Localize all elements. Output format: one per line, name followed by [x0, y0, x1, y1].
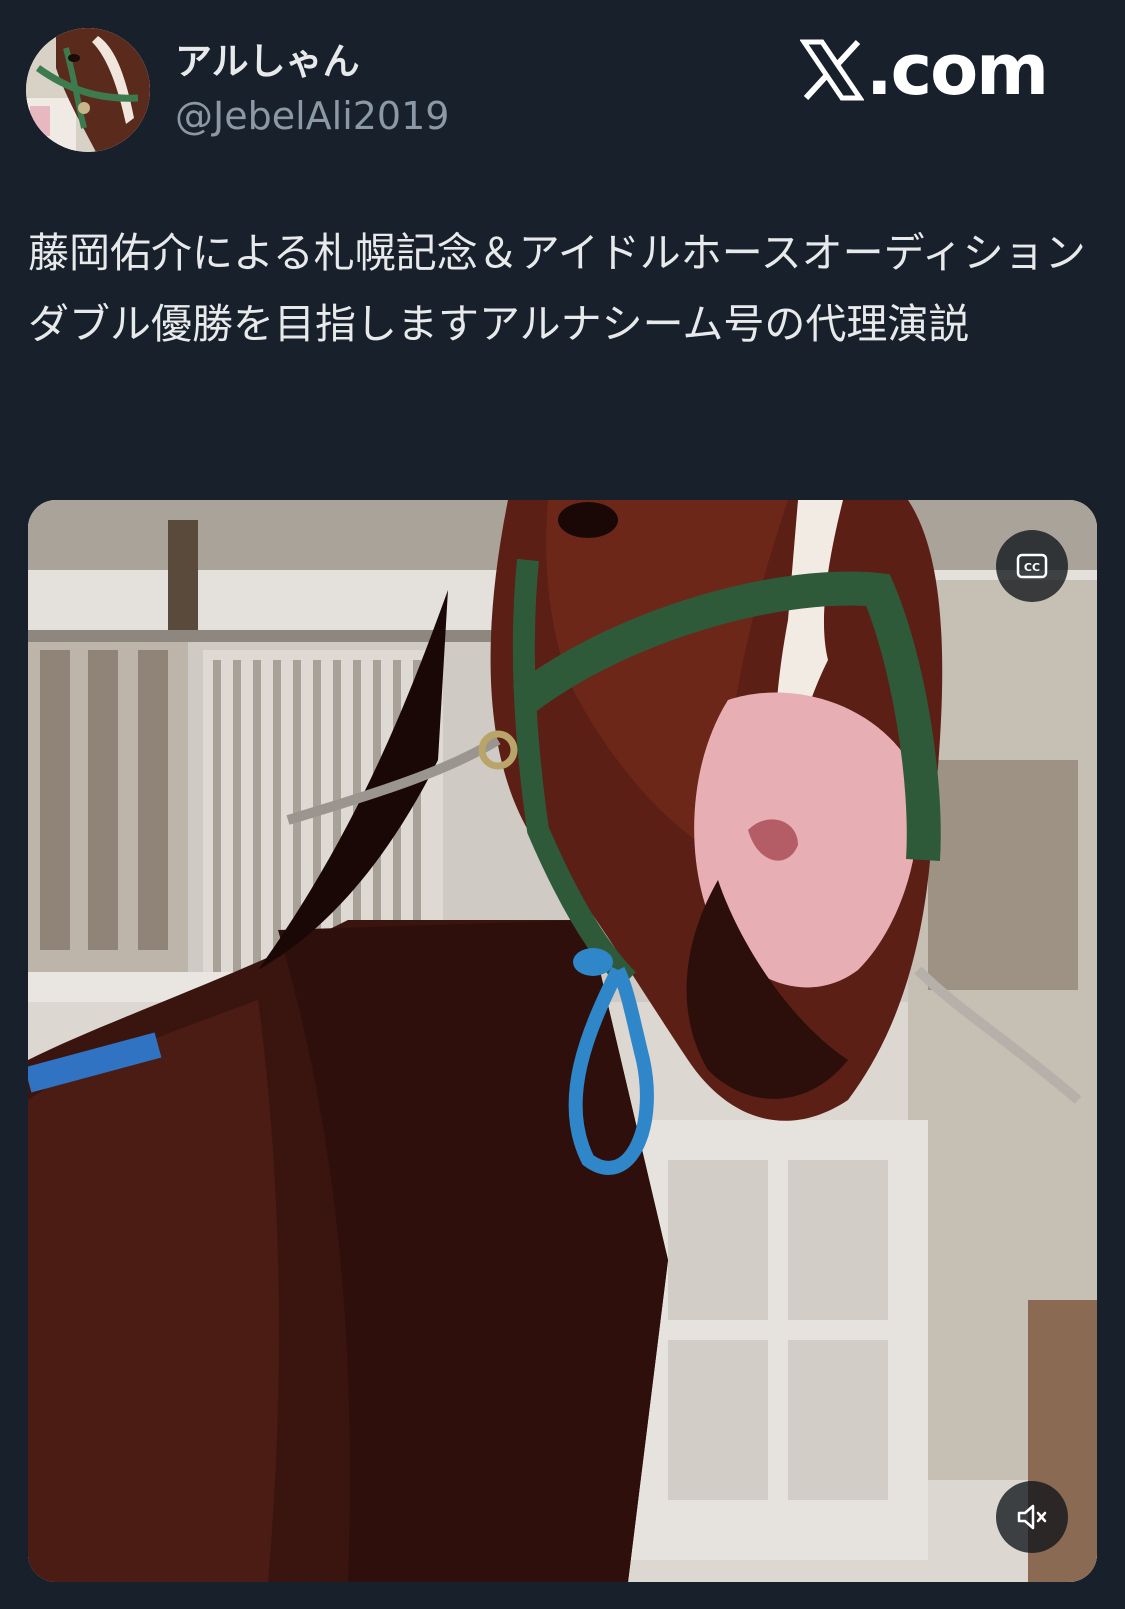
video-player[interactable]: CC	[28, 500, 1097, 1582]
author-handle[interactable]: @JebelAli2019	[175, 94, 449, 140]
horse-avatar-icon	[26, 28, 150, 152]
captions-button[interactable]: CC	[996, 530, 1068, 602]
speaker-muted-icon	[1017, 1504, 1047, 1530]
brand-watermark: .com	[800, 29, 1049, 111]
mute-button[interactable]	[996, 1481, 1068, 1553]
captions-icon: CC	[1016, 553, 1048, 579]
post-text: 藤岡佑介による札幌記念＆アイドルホースオーディションダブル優勝を目指しますアルナ…	[28, 229, 1086, 348]
svg-text:CC: CC	[1024, 561, 1040, 574]
brand-text: .com	[866, 29, 1049, 111]
author-avatar[interactable]	[26, 28, 150, 152]
horse-photo	[28, 500, 1097, 1582]
x-logo-icon	[800, 39, 864, 101]
author-display-name[interactable]: アルしゃん	[175, 40, 360, 84]
